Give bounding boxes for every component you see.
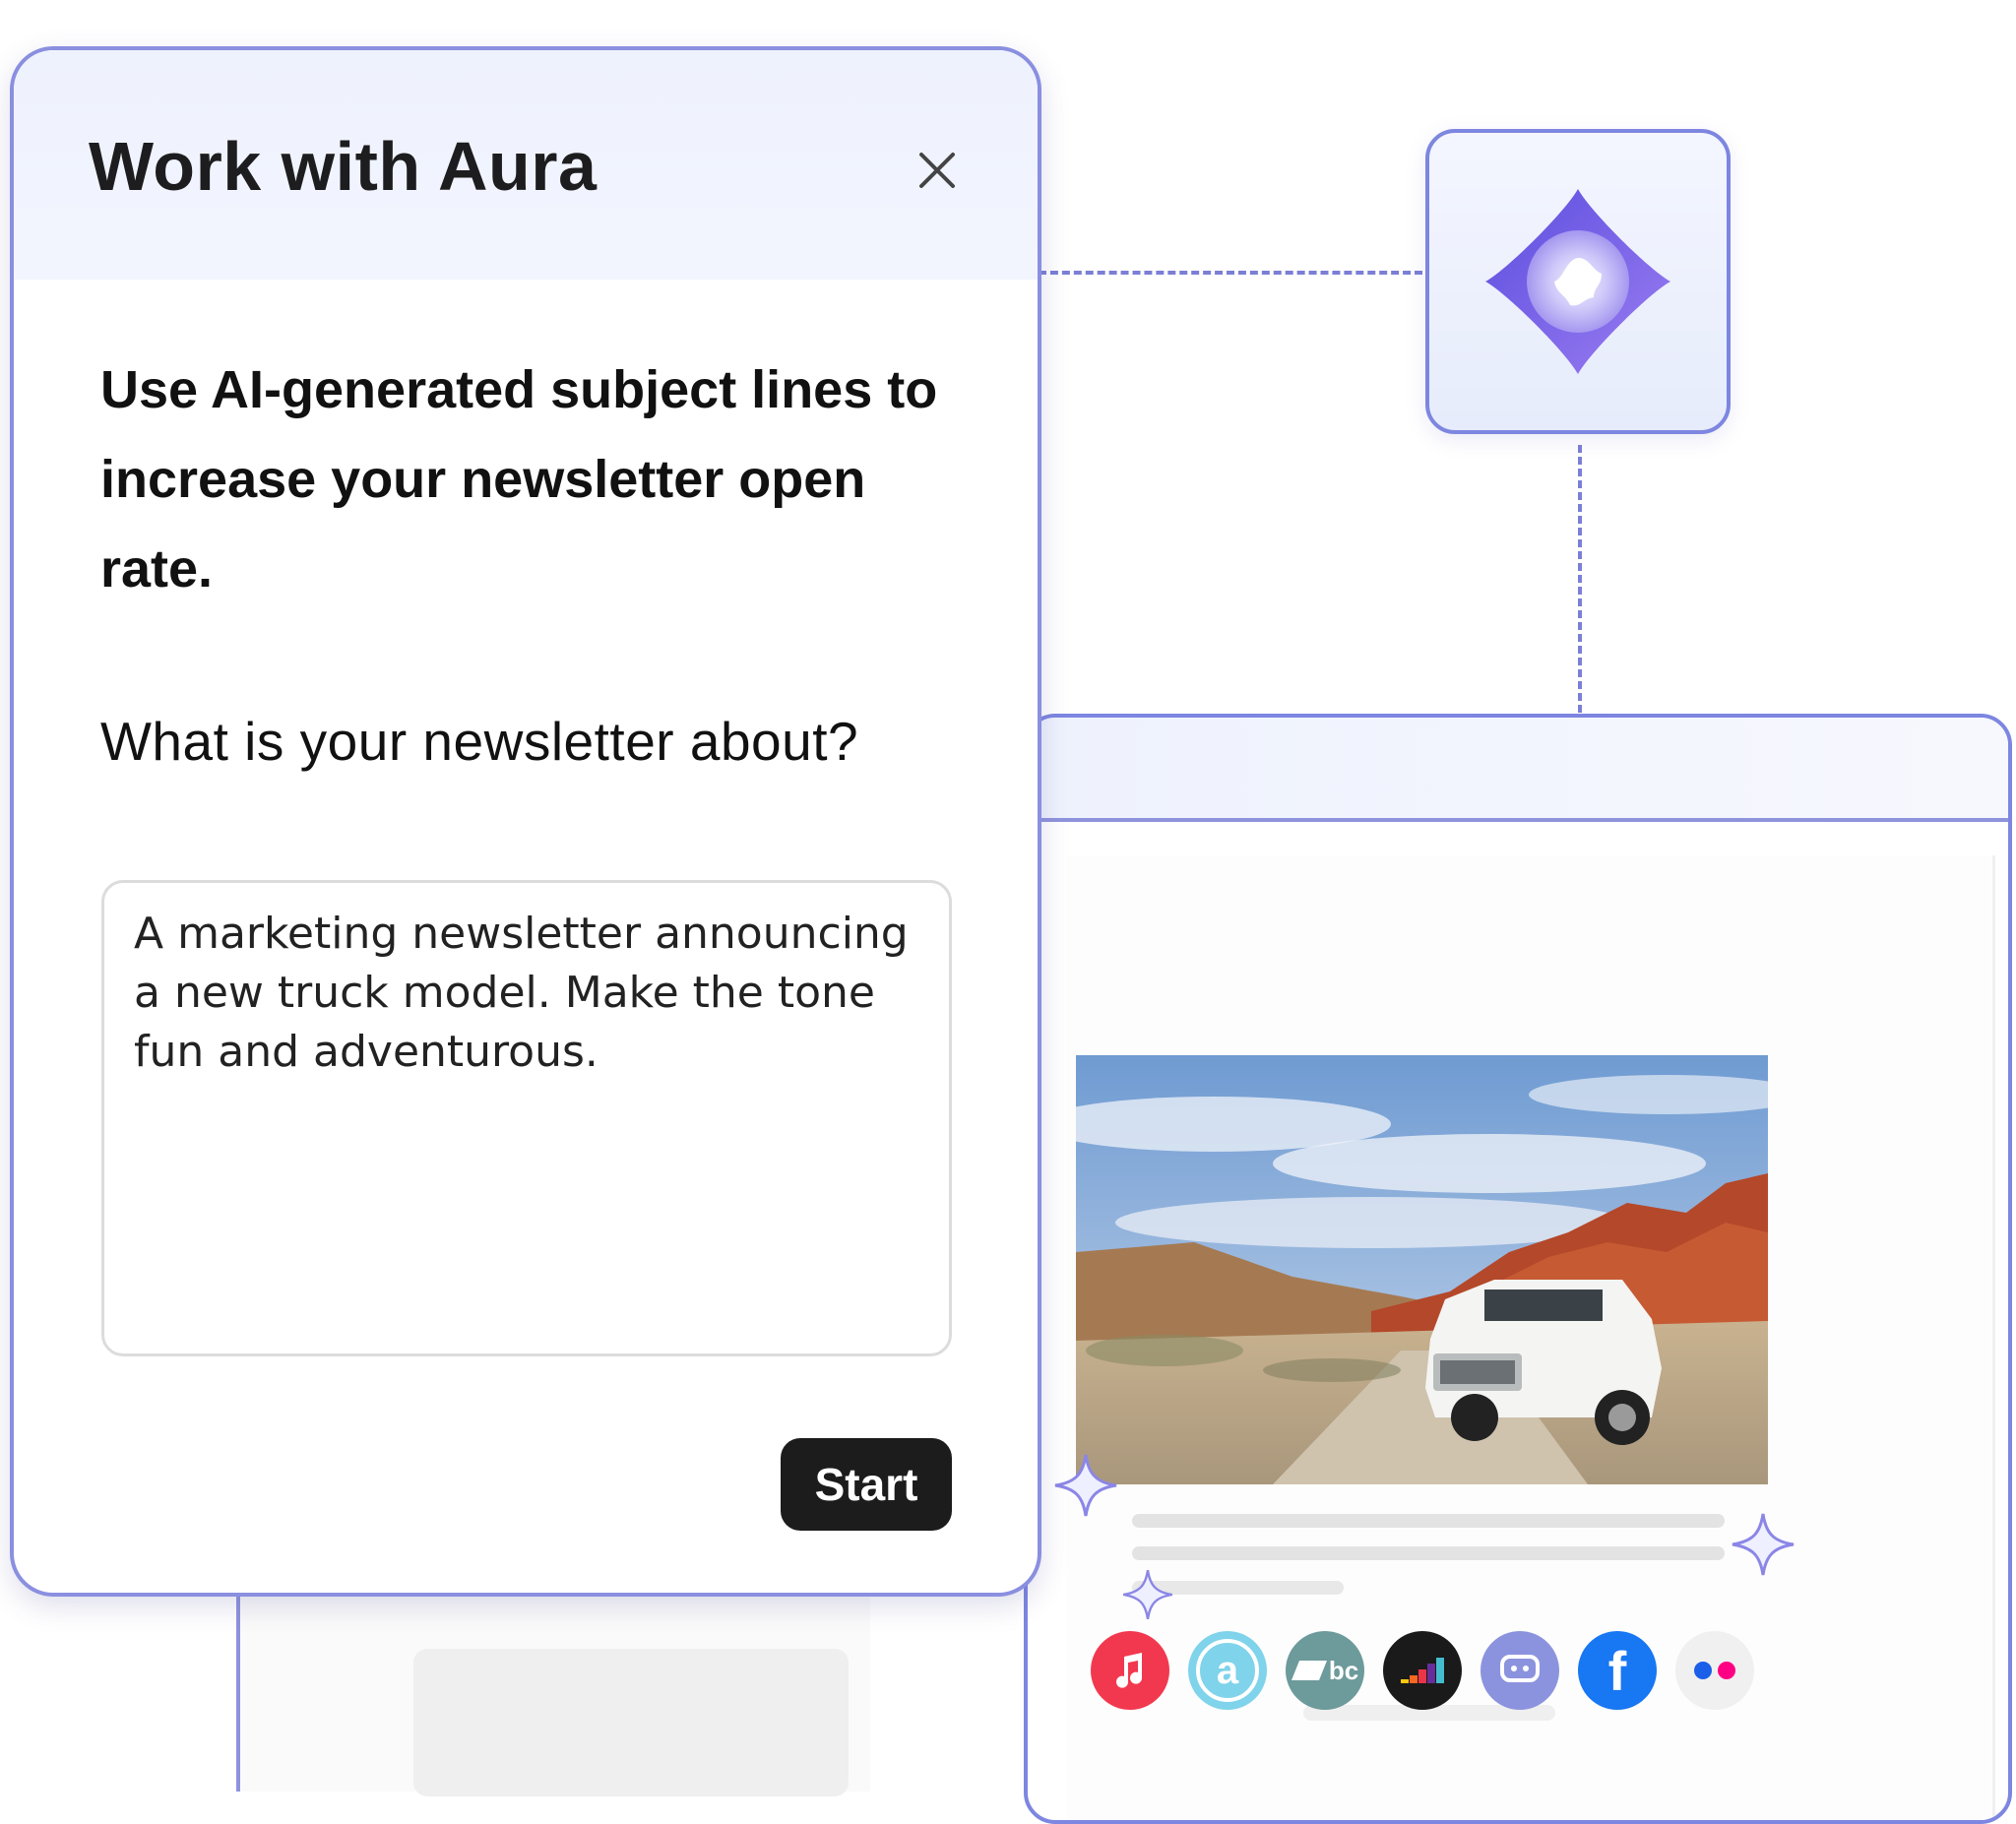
work-with-aura-dialog: Work with Aura Use AI-generated subject … (10, 46, 1041, 1597)
placeholder-text-line (1132, 1514, 1725, 1528)
sparkle-icon (1054, 1454, 1117, 1517)
dialog-title: Work with Aura (89, 128, 598, 205)
social-icons-row: a bc f (1091, 1631, 1754, 1710)
aura-logo-icon (1485, 189, 1670, 374)
sparkle-icon (1732, 1513, 1795, 1576)
deezer-icon[interactable] (1383, 1631, 1462, 1710)
audiomack-icon[interactable]: a (1188, 1631, 1267, 1710)
newsletter-description-input[interactable]: A marketing newsletter announcing a new … (101, 880, 952, 1356)
sparkle-icon (1123, 1570, 1172, 1619)
aura-icon-card (1425, 129, 1731, 434)
photo-illustration (1076, 1055, 1768, 1484)
preview-header-bar (1028, 718, 2008, 822)
start-button[interactable]: Start (781, 1438, 952, 1531)
bandcamp-icon[interactable]: bc (1286, 1631, 1364, 1710)
background-placeholder-block (413, 1649, 849, 1796)
facebook-icon[interactable]: f (1578, 1631, 1657, 1710)
apple-music-icon[interactable] (1091, 1631, 1169, 1710)
close-icon[interactable] (908, 141, 967, 200)
dialog-headline: Use AI-generated subject lines to increa… (100, 360, 938, 598)
newsletter-description-value[interactable]: A marketing newsletter announcing a new … (134, 905, 921, 1082)
flickr-icon[interactable] (1675, 1631, 1754, 1710)
white-suv-desert-photo (1076, 1055, 1768, 1484)
dashed-connector-vertical (1578, 445, 1582, 713)
newsletter-question-label: What is your newsletter about? (100, 711, 859, 772)
discord-icon[interactable] (1480, 1631, 1559, 1710)
dashed-connector-horizontal (1039, 271, 1422, 275)
placeholder-text-line (1132, 1546, 1725, 1560)
